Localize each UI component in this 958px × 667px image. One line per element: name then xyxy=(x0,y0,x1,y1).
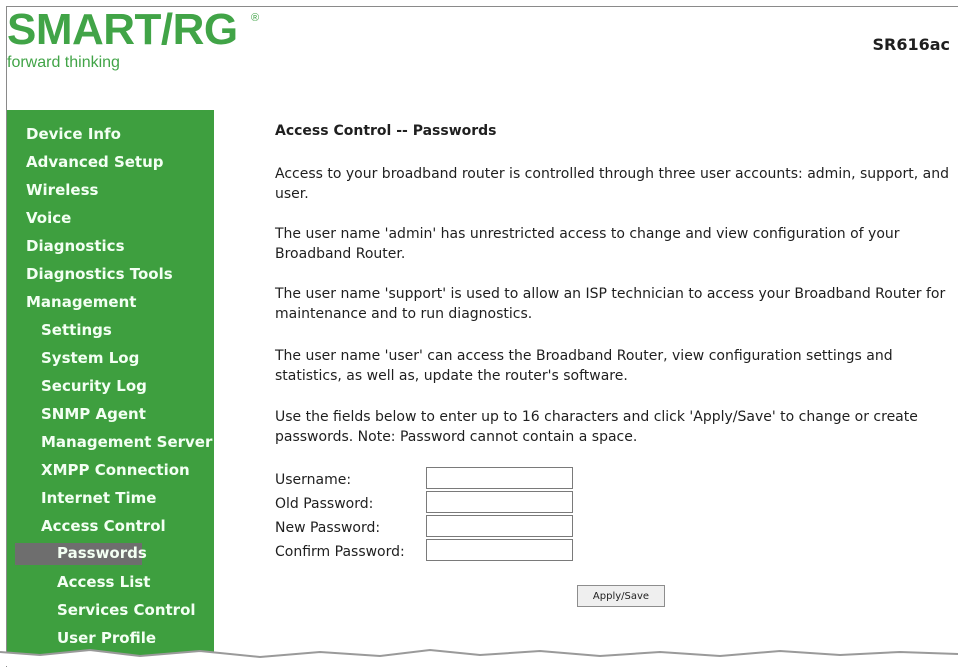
sidebar-item-device-info[interactable]: Device Info xyxy=(26,124,121,144)
sidebar-item-access-control[interactable]: Access Control xyxy=(41,516,166,536)
intro-paragraph: Access to your broadband router is contr… xyxy=(275,166,949,202)
model-name: SR616ac xyxy=(872,35,950,54)
old-password-field[interactable] xyxy=(426,491,573,513)
logo-registered-mark: ® xyxy=(251,12,260,24)
username-field[interactable] xyxy=(426,467,573,489)
sidebar-item-advanced-setup[interactable]: Advanced Setup xyxy=(26,152,164,172)
sidebar-item-xmpp-connection[interactable]: XMPP Connection xyxy=(41,460,190,480)
sidebar-item-wireless[interactable]: Wireless xyxy=(26,180,98,200)
confirm-password-label: Confirm Password: xyxy=(275,544,405,560)
username-label: Username: xyxy=(275,472,352,488)
apply-save-button[interactable]: Apply/Save xyxy=(577,585,665,607)
support-paragraph: The user name 'support' is used to allow… xyxy=(275,286,946,322)
sidebar-item-management[interactable]: Management xyxy=(26,292,136,312)
user-paragraph: The user name 'user' can access the Broa… xyxy=(275,348,893,384)
sidebar-item-diagnostics-tools[interactable]: Diagnostics Tools xyxy=(26,264,173,284)
sidebar-item-management-server[interactable]: Management Server xyxy=(41,432,212,452)
torn-edge-decoration xyxy=(0,648,958,666)
sidebar-item-snmp-agent[interactable]: SNMP Agent xyxy=(41,404,146,424)
logo-tagline: forward thinking xyxy=(7,54,120,71)
old-password-label: Old Password: xyxy=(275,496,374,512)
sidebar-item-system-log[interactable]: System Log xyxy=(41,348,139,368)
admin-paragraph: The user name 'admin' has unrestricted a… xyxy=(275,226,900,262)
sidebar-item-internet-time[interactable]: Internet Time xyxy=(41,488,156,508)
page-title: Access Control -- Passwords xyxy=(275,123,497,139)
sidebar-item-voice[interactable]: Voice xyxy=(26,208,71,228)
confirm-password-field[interactable] xyxy=(426,539,573,561)
sidebar-item-services-control[interactable]: Services Control xyxy=(57,600,196,620)
sidebar-item-diagnostics[interactable]: Diagnostics xyxy=(26,236,125,256)
sidebar-item-access-list[interactable]: Access List xyxy=(57,572,150,592)
new-password-label: New Password: xyxy=(275,520,381,536)
instructions-paragraph: Use the fields below to enter up to 16 c… xyxy=(275,409,918,445)
new-password-field[interactable] xyxy=(426,515,573,537)
sidebar-item-settings[interactable]: Settings xyxy=(41,320,112,340)
sidebar-item-security-log[interactable]: Security Log xyxy=(41,376,147,396)
logo-wordmark: SMART/RG xyxy=(7,5,238,54)
sidebar-nav: Device Info Advanced Setup Wireless Voic… xyxy=(7,110,214,666)
smartrg-logo: SMART/RG ® forward thinking xyxy=(7,8,277,78)
sidebar-item-passwords[interactable]: Passwords xyxy=(15,543,147,565)
